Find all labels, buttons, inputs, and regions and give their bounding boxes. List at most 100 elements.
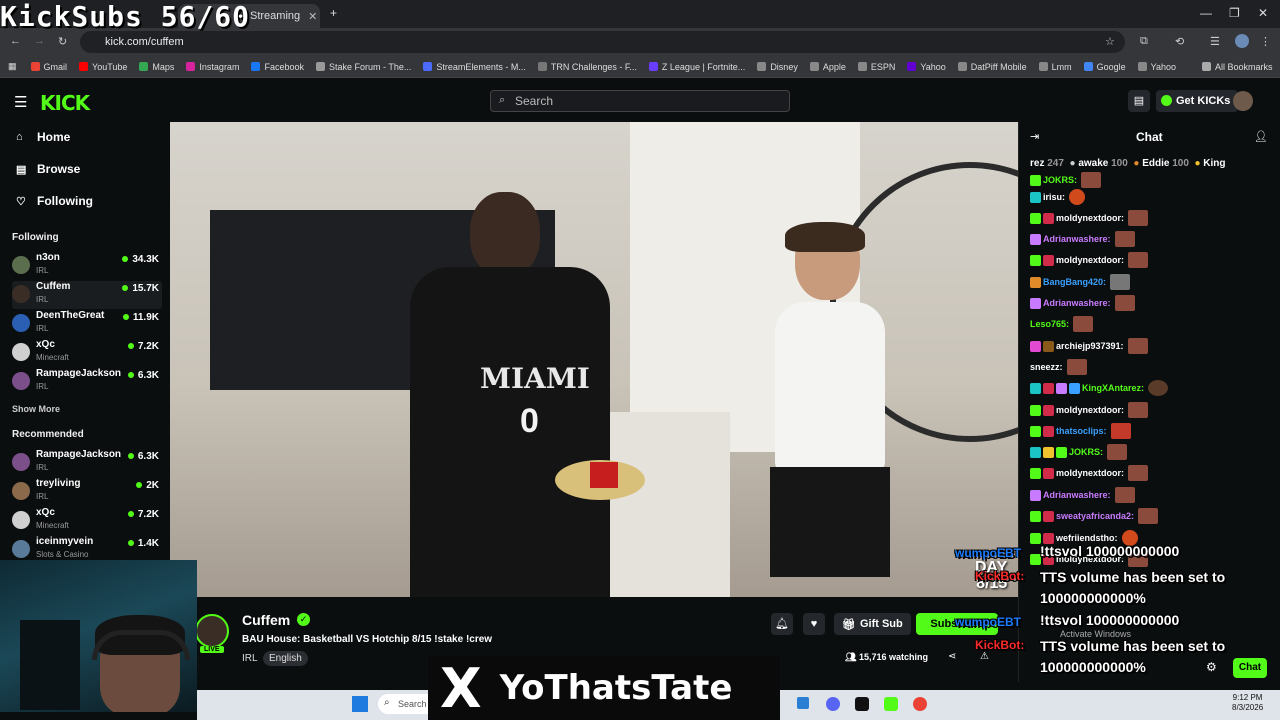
heart-icon: ♡: [16, 195, 26, 208]
profile-avatar[interactable]: [1235, 34, 1249, 48]
history-icon[interactable]: ⟲: [1175, 35, 1184, 48]
tts-command-2: !ttsvol 100000000000: [1040, 612, 1180, 628]
hamburger-menu-icon[interactable]: ☰: [14, 93, 27, 111]
sidebar-item-browse[interactable]: ▤ Browse: [16, 162, 80, 176]
bookmark-item[interactable]: ESPN: [857, 62, 895, 72]
bell-icon[interactable]: 🔔︎: [771, 613, 793, 635]
tts-reply-1: TTS volume has been set to 100000000000%: [1040, 569, 1226, 606]
bookmark-item[interactable]: Maps: [139, 62, 174, 72]
kick-logo[interactable]: KICK: [40, 91, 90, 115]
settings-gear-icon[interactable]: ⚙: [1206, 660, 1217, 674]
taskbar-clock[interactable]: 9:12 PM 8/3/2026: [1232, 693, 1263, 713]
chat-message[interactable]: JOKRS:: [1030, 442, 1128, 462]
follow-heart-icon[interactable]: ♥: [803, 613, 825, 635]
followed-channel[interactable]: xQc Minecraft 7.2K: [12, 339, 162, 367]
chat-message[interactable]: archiejp937391:: [1030, 336, 1148, 356]
kebab-menu-icon[interactable]: ⋮: [1260, 35, 1271, 48]
bookmark-item[interactable]: YouTube: [79, 62, 127, 72]
tts-bot-2: KickBot:: [975, 638, 1025, 652]
x-logo-icon: X: [440, 656, 482, 720]
bookmark-item[interactable]: Google: [1083, 62, 1126, 72]
recommended-channel[interactable]: xQc Minecraft 7.2K: [12, 507, 162, 535]
chrome-icon[interactable]: [913, 697, 927, 711]
gift-sub-button[interactable]: 🎁︎ Gift Sub: [834, 613, 911, 635]
tab-label: Streaming: [250, 10, 301, 22]
maximize-icon[interactable]: ❐: [1229, 6, 1240, 20]
chat-message[interactable]: Adrianwashere:: [1030, 293, 1135, 313]
chat-message[interactable]: BangBang420:: [1030, 272, 1131, 292]
apps-grid-icon[interactable]: ▦: [8, 61, 17, 72]
close-window-icon[interactable]: ✕: [1258, 6, 1268, 20]
chat-message[interactable]: Adrianwashere:: [1030, 229, 1135, 249]
recommended-channel[interactable]: treyliving IRL 2K: [12, 478, 162, 506]
chat-message[interactable]: KingXAntarez:: [1030, 378, 1169, 398]
bookmark-item[interactable]: Facebook: [251, 62, 304, 72]
chat-send-button[interactable]: Chat: [1233, 658, 1267, 678]
bookmark-item[interactable]: Stake Forum - The...: [315, 62, 411, 72]
minimize-icon[interactable]: —: [1200, 6, 1212, 20]
chat-leaderboard: rez 247 ● awake 100 ● Eddie 100 ● King: [1030, 158, 1226, 169]
streamer-avatar[interactable]: [195, 614, 229, 648]
chat-message[interactable]: thatsoclips:: [1030, 421, 1131, 441]
followed-channel[interactable]: n3on IRL 34.3K: [12, 252, 162, 280]
menu-list-icon[interactable]: ☰: [1210, 35, 1220, 48]
theater-mode-icon[interactable]: ▤: [1128, 90, 1150, 112]
share-icon[interactable]: ⋖: [948, 651, 956, 662]
bookmark-item[interactable]: Apple: [809, 62, 846, 72]
terminal-icon[interactable]: [855, 697, 869, 711]
followed-channel[interactable]: RampageJackson IRL 6.3K: [12, 368, 162, 396]
users-icon[interactable]: 👤︎: [1254, 130, 1268, 143]
chat-message[interactable]: Adrianwashere:: [1030, 485, 1135, 505]
bookmark-item[interactable]: Gmail: [30, 62, 67, 72]
show-more-link[interactable]: Show More: [12, 404, 60, 414]
sidebar-item-home[interactable]: ⌂ Home: [16, 130, 70, 144]
bookmark-item[interactable]: TRN Challenges - F...: [537, 62, 637, 72]
bookmark-item[interactable]: Yahoo: [907, 62, 946, 72]
category-tag[interactable]: IRL: [242, 651, 264, 666]
windows-start-icon[interactable]: [352, 696, 368, 712]
chat-message[interactable]: moldynextdoor:: [1030, 250, 1149, 270]
followed-channel[interactable]: DeenTheGreat IRL 11.9K: [12, 310, 162, 338]
language-tag[interactable]: English: [263, 651, 308, 666]
chat-message[interactable]: sweatyafricanda2:: [1030, 506, 1159, 526]
close-icon[interactable]: ✕: [308, 10, 317, 23]
reload-icon[interactable]: ↻: [58, 35, 67, 48]
followed-channel[interactable]: Cuffem IRL 15.7K: [12, 281, 162, 309]
chat-message[interactable]: Leso765:: [1030, 314, 1094, 334]
bookmark-item[interactable]: Z League | Fortnite...: [648, 62, 745, 72]
stream-title: BAU House: Basketball VS Hotchip 8/15 !s…: [242, 634, 493, 645]
avatar: [12, 511, 30, 529]
star-icon[interactable]: ☆: [1105, 35, 1115, 48]
bookmark-item[interactable]: Instagram: [186, 62, 239, 72]
taskbar-app-icon[interactable]: [797, 697, 809, 709]
recommended-channel[interactable]: RampageJackson IRL 6.3K: [12, 449, 162, 477]
chat-message[interactable]: irisu:: [1030, 187, 1086, 207]
report-icon[interactable]: ⚠: [980, 651, 989, 662]
search-input[interactable]: ⌕ Search: [490, 90, 790, 112]
kick-app-icon[interactable]: [884, 697, 898, 711]
forward-icon[interactable]: →: [34, 35, 45, 47]
webcam-overlay: [0, 560, 197, 712]
chat-message[interactable]: sneezz:: [1030, 357, 1087, 377]
user-avatar[interactable]: [1233, 91, 1253, 111]
bookmark-item[interactable]: Disney: [757, 62, 798, 72]
chat-message[interactable]: moldynextdoor:: [1030, 208, 1149, 228]
bookmark-item[interactable]: Yahoo: [1137, 62, 1176, 72]
bookmark-item[interactable]: Lmm: [1038, 62, 1072, 72]
chat-message[interactable]: moldynextdoor:: [1030, 463, 1149, 483]
chat-message[interactable]: moldynextdoor:: [1030, 400, 1149, 420]
video-player[interactable]: MIAMI 0 DAY 8/15: [170, 122, 1018, 597]
collapse-chat-icon[interactable]: ⇥: [1030, 130, 1039, 143]
bookmark-item[interactable]: StreamElements - M...: [423, 62, 526, 72]
sidebar-item-following[interactable]: ♡ Following: [16, 194, 93, 208]
all-bookmarks[interactable]: All Bookmarks: [1201, 62, 1273, 72]
discord-icon[interactable]: [826, 697, 840, 711]
bookmark-item[interactable]: DatPiff Mobile: [957, 62, 1027, 72]
new-tab-icon[interactable]: +: [330, 6, 337, 20]
back-icon[interactable]: ←: [10, 35, 21, 47]
streamer-name[interactable]: Cuffem: [242, 612, 290, 628]
extensions-icon[interactable]: ⧉: [1140, 35, 1148, 48]
url-field[interactable]: kick.com/cuffem: [80, 31, 1125, 53]
get-kicks-button[interactable]: Get KICKs: [1156, 90, 1239, 112]
viewer-count: 👥︎ 15,716 watching: [845, 652, 928, 662]
